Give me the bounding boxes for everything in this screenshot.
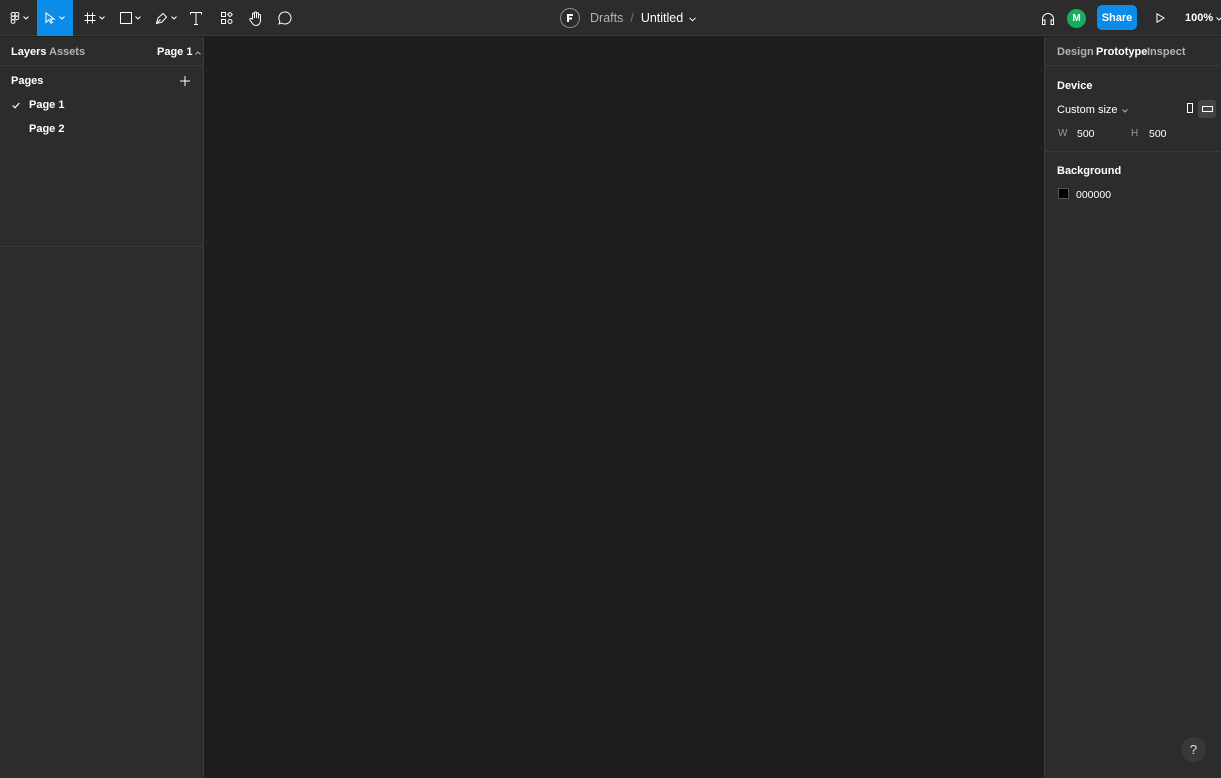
tab-prototype[interactable]: Prototype: [1096, 46, 1147, 58]
width-label: W: [1058, 128, 1068, 139]
pages-divider[interactable]: [0, 246, 204, 247]
right-panel-tabs: Design Prototype Inspect: [1045, 37, 1221, 66]
tab-design[interactable]: Design: [1057, 46, 1094, 58]
comment-icon: [278, 11, 292, 25]
chevron-down-icon: [98, 16, 105, 20]
device-section-title: Device: [1057, 80, 1093, 92]
chevron-down-icon: [1216, 12, 1221, 24]
page-item-2[interactable]: Page 2: [0, 117, 204, 141]
chevron-down-icon: [134, 16, 141, 20]
right-panel: Design Prototype Inspect Device Custom s…: [1044, 37, 1221, 778]
text-tool-button[interactable]: [186, 0, 206, 36]
page-selector[interactable]: Page 1: [157, 46, 202, 58]
left-panel-tabs: Layers Assets Page 1: [0, 37, 204, 66]
resources-button[interactable]: [216, 0, 238, 36]
shape-tool-button[interactable]: [116, 0, 144, 36]
device-select[interactable]: Custom size: [1057, 104, 1128, 116]
pages-header: Pages: [11, 75, 44, 87]
rectangle-icon: [119, 12, 132, 24]
move-tool-button[interactable]: [37, 0, 73, 36]
hand-icon: [249, 11, 263, 26]
hand-tool-button[interactable]: [245, 0, 267, 36]
landscape-icon: [1201, 103, 1213, 115]
share-button[interactable]: Share: [1097, 5, 1137, 30]
chevron-up-icon: [195, 46, 202, 58]
chevron-down-icon: [59, 16, 65, 20]
chevron-down-icon: [1121, 104, 1128, 116]
chevron-down-icon: [171, 16, 177, 20]
portrait-orientation-button[interactable]: [1181, 100, 1199, 118]
width-input[interactable]: 500: [1077, 128, 1095, 140]
breadcrumb-drafts[interactable]: Drafts: [590, 11, 623, 25]
breadcrumb-separator: /: [630, 11, 634, 25]
resources-icon: [221, 12, 233, 24]
zoom-menu[interactable]: 100%: [1185, 0, 1221, 36]
canvas[interactable]: [205, 37, 1044, 778]
figma-logo-icon: [10, 12, 20, 24]
play-icon: [1156, 13, 1165, 23]
check-icon: [12, 100, 20, 112]
chevron-down-icon[interactable]: [689, 11, 697, 25]
height-label: H: [1131, 128, 1139, 139]
text-icon: [190, 11, 202, 25]
pen-tool-button[interactable]: [152, 0, 180, 36]
background-section-title: Background: [1057, 165, 1122, 177]
file-title: Drafts / Untitled: [560, 0, 697, 36]
tab-inspect[interactable]: Inspect: [1147, 46, 1186, 58]
tab-assets[interactable]: Assets: [49, 46, 85, 58]
frame-icon: [84, 12, 96, 24]
add-page-icon[interactable]: [178, 74, 192, 88]
help-button[interactable]: ?: [1181, 737, 1206, 762]
audio-button[interactable]: [1039, 0, 1057, 36]
file-name[interactable]: Untitled: [641, 11, 683, 25]
pen-icon: [155, 12, 168, 25]
headphones-icon: [1041, 12, 1055, 25]
present-button[interactable]: [1151, 0, 1169, 36]
height-input[interactable]: 500: [1149, 128, 1167, 140]
landscape-orientation-button[interactable]: [1198, 100, 1216, 118]
portrait-icon: [1187, 102, 1193, 116]
zoom-level: 100%: [1185, 12, 1214, 24]
cursor-icon: [45, 12, 56, 24]
frame-tool-button[interactable]: [80, 0, 108, 36]
device-select-value: Custom size: [1057, 104, 1118, 116]
background-color-swatch[interactable]: [1058, 188, 1069, 199]
chevron-down-icon: [22, 16, 29, 20]
team-badge-icon[interactable]: [560, 8, 580, 28]
background-hex-input[interactable]: 000000: [1076, 189, 1111, 201]
current-page-label: Page 1: [157, 46, 193, 58]
left-panel: Layers Assets Page 1 Pages Page 1 Page 2: [0, 37, 204, 778]
tab-layers[interactable]: Layers: [11, 46, 46, 58]
toolbar: Drafts / Untitled M Share 100%: [0, 0, 1221, 36]
main-menu-button[interactable]: [6, 0, 32, 36]
avatar[interactable]: M: [1067, 9, 1086, 28]
section-divider: [1045, 151, 1221, 152]
page-item-label: Page 2: [29, 123, 65, 135]
page-item-1[interactable]: Page 1: [0, 93, 204, 117]
comment-tool-button[interactable]: [274, 0, 296, 36]
page-item-label: Page 1: [29, 99, 65, 111]
